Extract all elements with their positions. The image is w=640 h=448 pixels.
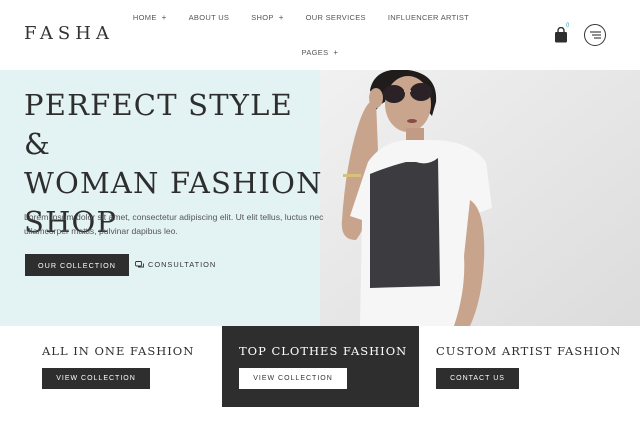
fashion-model-image <box>320 70 640 326</box>
feature-card-custom-artist: CUSTOM ARTIST FASHION CONTACT US <box>419 326 620 407</box>
nav-item-shop[interactable]: SHOP + <box>251 13 283 22</box>
plus-icon: + <box>161 13 167 22</box>
nav-item-about-us[interactable]: ABOUT US <box>189 13 230 22</box>
shopping-bag-icon[interactable] <box>554 27 568 43</box>
view-collection-button[interactable]: VIEW COLLECTION <box>42 368 150 389</box>
consultation-link[interactable]: CONSULTATION <box>135 260 216 269</box>
nav-item-our-services[interactable]: OUR SERVICES <box>306 13 366 22</box>
site-logo[interactable]: FASHA <box>24 23 114 44</box>
plus-icon: + <box>278 13 284 22</box>
nav-item-label: INFLUENCER ARTIST <box>387 13 470 22</box>
nav-item-label: HOME <box>132 13 157 22</box>
main-nav: HOME + ABOUT US SHOP + OUR SERVICES INFL… <box>0 13 640 22</box>
card-title: TOP CLOTHES FASHION <box>239 344 408 358</box>
nav-item-influencer-artist[interactable]: INFLUENCER ARTIST <box>388 13 469 22</box>
main-nav-row2: PAGES + <box>0 48 640 57</box>
nav-item-label: OUR SERVICES <box>305 13 366 22</box>
hero-title-line2: WOMAN FASHION <box>24 166 323 200</box>
menu-toggle-button[interactable] <box>584 24 606 46</box>
view-collection-button[interactable]: VIEW COLLECTION <box>239 368 347 389</box>
our-collection-button[interactable]: OUR COLLECTION <box>25 254 129 276</box>
hero-title-line1: PERFECT STYLE & <box>24 88 293 161</box>
feature-card-all-in-one: ALL IN ONE FASHION VIEW COLLECTION <box>25 326 222 407</box>
card-title: ALL IN ONE FASHION <box>42 344 195 358</box>
hamburger-menu-icon <box>589 31 601 39</box>
nav-item-pages[interactable]: PAGES + <box>302 48 339 57</box>
hero-image <box>320 70 640 326</box>
consultation-label: CONSULTATION <box>148 260 217 269</box>
hero-description: Lorem ipsum dolor sit amet, consectetur … <box>24 212 324 236</box>
chat-icon <box>135 260 144 267</box>
feature-card-top-clothes: TOP CLOTHES FASHION VIEW COLLECTION <box>222 326 419 407</box>
nav-item-label: ABOUT US <box>188 13 230 22</box>
plus-icon: + <box>333 48 339 57</box>
site-header: FASHA HOME + ABOUT US SHOP + OUR SERVICE… <box>0 0 640 70</box>
card-title: CUSTOM ARTIST FASHION <box>436 344 622 358</box>
nav-item-label: PAGES <box>301 48 329 57</box>
cart-count-badge: 0 <box>566 23 570 29</box>
nav-item-home[interactable]: HOME + <box>133 13 167 22</box>
contact-us-button[interactable]: CONTACT US <box>436 368 519 389</box>
nav-item-label: SHOP <box>251 13 274 22</box>
